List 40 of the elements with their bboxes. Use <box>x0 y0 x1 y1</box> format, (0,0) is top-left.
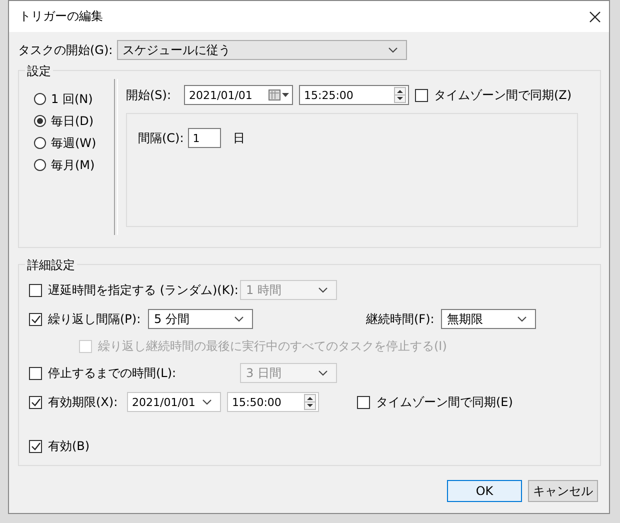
timezone-sync-checkbox[interactable]: タイムゾーン間で同期(Z) <box>415 87 572 103</box>
dialog-button[interactable]: キャンセル <box>528 480 598 502</box>
chevron-down-icon <box>202 399 212 405</box>
field-label: 継続時間(F): <box>366 310 436 328</box>
start-task-dropdown[interactable]: スケジュールに従う <box>116 40 407 60</box>
field-label: タスクの開始(G): <box>18 42 113 58</box>
timezone-sync-checkbox[interactable]: タイムゾーン間で同期(E) <box>357 394 513 410</box>
chevron-down-icon <box>234 316 244 322</box>
repeat-dropdown[interactable]: 5 分間 <box>148 309 253 329</box>
schedule-radio[interactable]: 毎月(M) <box>34 157 114 173</box>
chevron-down-icon <box>318 370 328 376</box>
enabled-checkbox[interactable]: 有効(B) <box>29 438 90 454</box>
field-label: 間隔(C): <box>138 130 184 146</box>
field-label: 開始(S): <box>126 86 172 104</box>
group-title: 詳細設定 <box>25 257 77 274</box>
close-icon[interactable] <box>589 10 601 22</box>
window-title: トリガーの編集 <box>19 8 103 25</box>
expire-date-field[interactable]: 2021/01/01 <box>127 392 221 412</box>
interval-field[interactable]: 1 <box>188 128 221 148</box>
start-date-field[interactable]: 2021/01/01 <box>184 85 293 105</box>
schedule-radio[interactable]: 毎週(W) <box>34 135 114 151</box>
unit-label: 日 <box>232 130 245 146</box>
chevron-down-icon <box>388 47 398 53</box>
check-icon <box>30 442 40 450</box>
schedule-radio[interactable]: 1 回(N) <box>34 91 114 107</box>
calendar-icon[interactable] <box>268 89 290 101</box>
chevron-down-icon <box>318 287 328 293</box>
spin-buttons-icon[interactable] <box>304 394 316 410</box>
duration-dropdown[interactable]: 無期限 <box>441 309 536 329</box>
expire-time-field[interactable]: 15:50:00 <box>227 392 319 412</box>
start-time-field[interactable]: 15:25:00 <box>299 85 409 105</box>
expire-checkbox[interactable]: 有効期限(X): <box>29 394 127 410</box>
repeat-checkbox[interactable]: 繰り返し間隔(P): <box>29 311 148 327</box>
group-title: 設定 <box>25 63 53 80</box>
dialog-button[interactable]: OK <box>447 480 522 502</box>
chevron-down-icon <box>517 316 527 322</box>
check-icon <box>30 398 40 406</box>
schedule-radio[interactable]: 毎日(D) <box>34 113 114 129</box>
check-icon <box>30 314 40 324</box>
spin-buttons-icon[interactable] <box>394 87 406 103</box>
